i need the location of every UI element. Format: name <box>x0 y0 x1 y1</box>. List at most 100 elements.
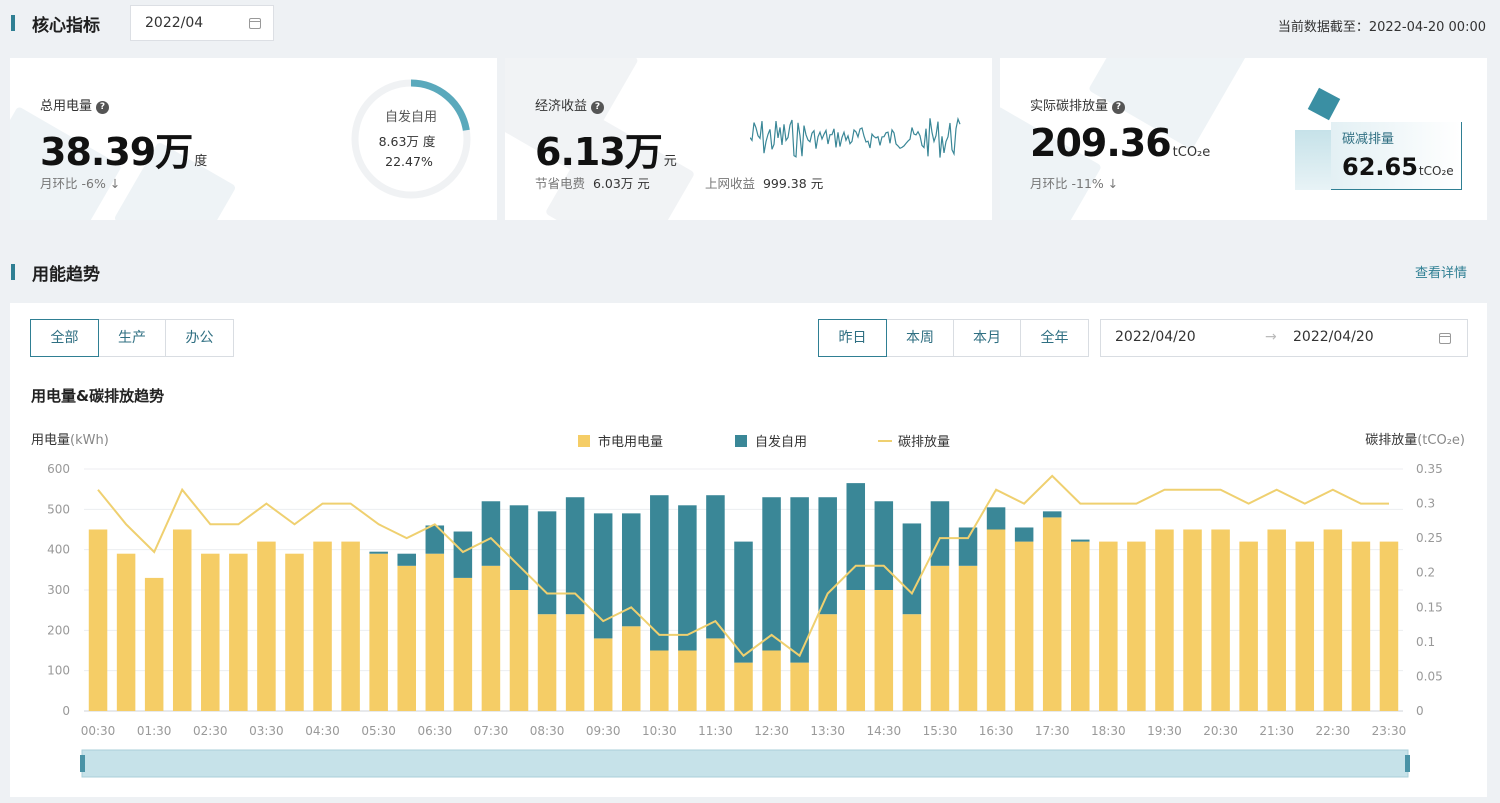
bar-self-use <box>565 497 585 615</box>
bar-grid-power <box>930 565 950 711</box>
bar-grid-power <box>818 614 837 711</box>
bar-grid-power <box>1211 529 1230 711</box>
help-icon[interactable]: ? <box>591 101 605 114</box>
y-tick-label-left: 0 <box>62 704 70 718</box>
date-range-picker[interactable]: 2022/04/20 → 2022/04/20 <box>1100 319 1468 357</box>
period-tab-yesterday[interactable]: 昨日 <box>818 319 887 357</box>
month-picker-value: 2022/04 <box>145 15 204 31</box>
bar-self-use <box>902 523 922 615</box>
x-tick-label: 17:30 <box>1035 724 1070 738</box>
x-tick-label: 14:30 <box>867 724 902 738</box>
bar-grid-power <box>369 553 388 711</box>
economy-label: 经济收益? <box>535 95 605 114</box>
x-tick-label: 18:30 <box>1091 724 1126 738</box>
total-power-mom: 月环比 -6% ↓ <box>40 176 121 191</box>
bar-self-use <box>537 511 557 615</box>
carbon-reduction-label: 碳减排量 <box>1342 132 1395 147</box>
bar-grid-power <box>229 553 248 711</box>
carbon-value: 209.36 tCO₂e <box>1030 121 1211 165</box>
x-tick-label: 13:30 <box>810 724 845 738</box>
zoom-slider-track[interactable] <box>81 749 1409 778</box>
period-tab-year[interactable]: 全年 <box>1020 319 1089 357</box>
bar-grid-power <box>1099 541 1118 711</box>
x-tick-label: 21:30 <box>1259 724 1294 738</box>
scope-tab-production[interactable]: 生产 <box>98 319 166 357</box>
x-tick-label: 16:30 <box>979 724 1014 738</box>
bar-self-use <box>846 483 866 590</box>
as-of-label: 当前数据截至： <box>1277 20 1369 35</box>
bar-grid-power <box>425 553 445 711</box>
x-tick-label: 20:30 <box>1203 724 1238 738</box>
bar-grid-power <box>790 662 809 711</box>
legend-label: 市电用电量 <box>598 434 663 450</box>
total-power-label: 总用电量? <box>40 95 110 114</box>
period-tab-week[interactable]: 本周 <box>886 319 954 357</box>
bar-self-use <box>874 501 894 590</box>
bar-self-use <box>1042 511 1062 518</box>
bar-self-use <box>1014 527 1034 542</box>
bar-grid-power <box>650 650 669 711</box>
section-marker <box>11 15 15 31</box>
ring-title: 自发自用 <box>385 109 437 125</box>
range-start: 2022/04/20 <box>1115 329 1196 345</box>
bar-grid-power <box>1351 541 1371 711</box>
help-icon[interactable]: ? <box>96 101 110 114</box>
x-tick-label: 02:30 <box>193 724 228 738</box>
y-tick-label-right: 0.15 <box>1416 600 1443 614</box>
card-total-power: 总用电量? 38.39万度 月环比 -6% ↓ 自发自用 8.63万 度 22.… <box>10 58 497 220</box>
bar-grid-power <box>678 650 697 711</box>
bar-grid-power <box>902 614 922 711</box>
carbon-mom: 月环比 -11% ↓ <box>1030 176 1119 191</box>
y-tick-label-right: 0.05 <box>1416 669 1443 683</box>
y-tick-label-right: 0.2 <box>1416 566 1435 580</box>
x-tick-label: 06:30 <box>418 724 453 738</box>
period-tab-month[interactable]: 本月 <box>953 319 1021 357</box>
bar-self-use <box>481 501 501 566</box>
bar-grid-power <box>341 541 360 711</box>
bar-grid-power <box>958 565 978 711</box>
data-as-of: 当前数据截至：2022-04-20 00:00 <box>1278 16 1486 35</box>
ring-percent: 22.47% <box>385 154 433 169</box>
bar-grid-power <box>621 626 641 711</box>
arrow-down-icon: ↓ <box>1107 176 1119 191</box>
carbon-label: 实际碳排放量? <box>1030 95 1126 114</box>
section-marker <box>11 264 15 280</box>
y-tick-label-right: 0.1 <box>1416 635 1435 649</box>
bar-grid-power <box>1127 541 1146 711</box>
bar-grid-power <box>706 638 725 711</box>
bar-grid-power <box>593 638 613 711</box>
help-icon[interactable]: ? <box>1112 101 1126 114</box>
total-power-value: 38.39万度 <box>40 130 208 174</box>
bar-grid-power <box>1239 541 1258 711</box>
bar-grid-power <box>1267 529 1286 711</box>
zoom-handle-left[interactable] <box>80 755 85 772</box>
bar-self-use <box>930 501 950 566</box>
bar-grid-power <box>481 565 501 711</box>
bar-grid-power <box>1295 541 1315 711</box>
reduction-cube-graphic <box>1307 87 1341 121</box>
y-axis-title-right: 碳排放量(tCO₂e) <box>1365 433 1465 448</box>
bar-self-use <box>762 497 781 651</box>
zoom-handle-right[interactable] <box>1405 755 1410 772</box>
chart-title: 用电量&碳排放趋势 <box>31 387 165 405</box>
view-details-link[interactable]: 查看详情 <box>1415 262 1467 281</box>
scope-tab-office[interactable]: 办公 <box>165 319 234 357</box>
bar-grid-power <box>1071 541 1090 711</box>
bar-grid-power <box>1379 541 1399 711</box>
bar-self-use <box>986 507 1006 530</box>
grid-income: 上网收益 999.38 元 <box>705 176 824 191</box>
trend-panel: 全部 生产 办公 昨日 本周 本月 全年 2022/04/20 → 2022/0… <box>10 303 1487 797</box>
bar-grid-power <box>88 529 108 711</box>
scope-tab-all[interactable]: 全部 <box>30 319 99 357</box>
month-picker[interactable]: 2022/04 <box>130 5 274 41</box>
y-tick-label-left: 300 <box>47 583 70 597</box>
bar-self-use <box>734 541 753 663</box>
section-title-trend: 用能趋势 <box>32 265 100 285</box>
y-tick-label-left: 100 <box>47 664 70 678</box>
bar-self-use <box>678 505 697 651</box>
x-tick-label: 08:30 <box>530 724 565 738</box>
bar-grid-power <box>144 577 164 711</box>
y-tick-label-right: 0 <box>1416 704 1424 718</box>
bar-self-use <box>593 513 613 639</box>
y-tick-label-right: 0.3 <box>1416 497 1435 511</box>
